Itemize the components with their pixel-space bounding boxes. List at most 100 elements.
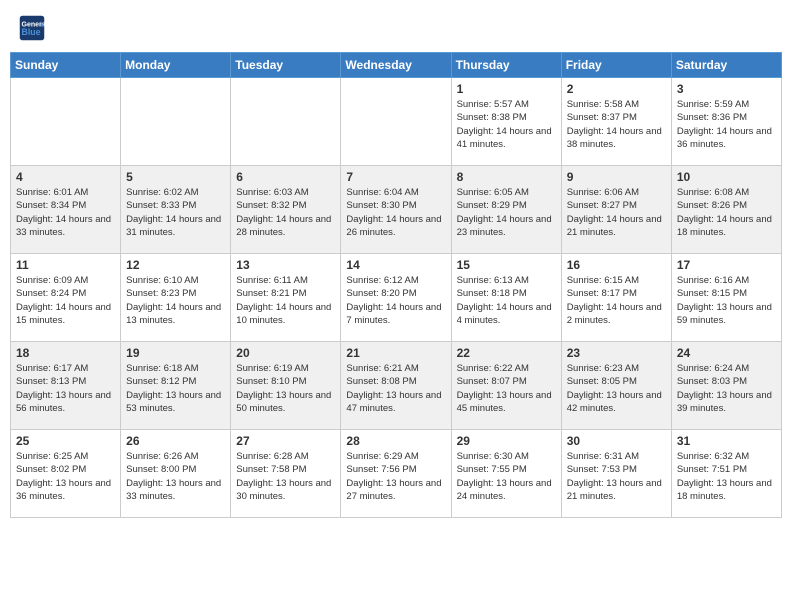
calendar-cell: 1 Sunrise: 5:57 AM Sunset: 8:38 PM Daylig…: [451, 78, 561, 166]
calendar-cell: 26 Sunrise: 6:26 AM Sunset: 8:00 PM Dayli…: [121, 430, 231, 518]
day-number: 2: [567, 82, 666, 96]
day-number: 5: [126, 170, 225, 184]
calendar-cell: 3 Sunrise: 5:59 AM Sunset: 8:36 PM Daylig…: [671, 78, 781, 166]
calendar-cell: 9 Sunrise: 6:06 AM Sunset: 8:27 PM Daylig…: [561, 166, 671, 254]
day-info: Sunrise: 5:59 AM Sunset: 8:36 PM Dayligh…: [677, 98, 776, 151]
weekday-header-wednesday: Wednesday: [341, 53, 451, 78]
weekday-header-thursday: Thursday: [451, 53, 561, 78]
day-number: 24: [677, 346, 776, 360]
weekday-header-tuesday: Tuesday: [231, 53, 341, 78]
calendar-cell: 8 Sunrise: 6:05 AM Sunset: 8:29 PM Daylig…: [451, 166, 561, 254]
day-info: Sunrise: 6:19 AM Sunset: 8:10 PM Dayligh…: [236, 362, 335, 415]
calendar-cell: 4 Sunrise: 6:01 AM Sunset: 8:34 PM Daylig…: [11, 166, 121, 254]
day-info: Sunrise: 6:17 AM Sunset: 8:13 PM Dayligh…: [16, 362, 115, 415]
day-number: 25: [16, 434, 115, 448]
day-number: 1: [457, 82, 556, 96]
day-number: 4: [16, 170, 115, 184]
weekday-header-row: SundayMondayTuesdayWednesdayThursdayFrid…: [11, 53, 782, 78]
day-info: Sunrise: 6:04 AM Sunset: 8:30 PM Dayligh…: [346, 186, 445, 239]
day-info: Sunrise: 6:30 AM Sunset: 7:55 PM Dayligh…: [457, 450, 556, 503]
logo-icon: General Blue: [18, 14, 46, 42]
day-info: Sunrise: 6:12 AM Sunset: 8:20 PM Dayligh…: [346, 274, 445, 327]
day-info: Sunrise: 6:29 AM Sunset: 7:56 PM Dayligh…: [346, 450, 445, 503]
calendar-cell: 10Sunrise: 6:08 AM Sunset: 8:26 PM Dayli…: [671, 166, 781, 254]
day-number: 26: [126, 434, 225, 448]
day-number: 30: [567, 434, 666, 448]
day-number: 3: [677, 82, 776, 96]
day-info: Sunrise: 6:08 AM Sunset: 8:26 PM Dayligh…: [677, 186, 776, 239]
calendar-cell: 25 Sunrise: 6:25 AM Sunset: 8:02 PM Dayli…: [11, 430, 121, 518]
day-info: Sunrise: 6:21 AM Sunset: 8:08 PM Dayligh…: [346, 362, 445, 415]
day-info: Sunrise: 6:15 AM Sunset: 8:17 PM Dayligh…: [567, 274, 666, 327]
day-info: Sunrise: 6:13 AM Sunset: 8:18 PM Dayligh…: [457, 274, 556, 327]
calendar-cell: 12Sunrise: 6:10 AM Sunset: 8:23 PM Dayli…: [121, 254, 231, 342]
day-info: Sunrise: 6:23 AM Sunset: 8:05 PM Dayligh…: [567, 362, 666, 415]
calendar-table: SundayMondayTuesdayWednesdayThursdayFrid…: [10, 52, 782, 518]
weekday-header-sunday: Sunday: [11, 53, 121, 78]
day-number: 16: [567, 258, 666, 272]
calendar-week-row: 11 Sunrise: 6:09 AM Sunset: 8:24 PM Dayli…: [11, 254, 782, 342]
calendar-cell: [231, 78, 341, 166]
day-info: Sunrise: 6:22 AM Sunset: 8:07 PM Dayligh…: [457, 362, 556, 415]
day-number: 8: [457, 170, 556, 184]
calendar-cell: 24 Sunrise: 6:24 AM Sunset: 8:03 PM Dayli…: [671, 342, 781, 430]
day-number: 9: [567, 170, 666, 184]
day-number: 14: [346, 258, 445, 272]
calendar-cell: 28 Sunrise: 6:29 AM Sunset: 7:56 PM Dayli…: [341, 430, 451, 518]
calendar-cell: 18 Sunrise: 6:17 AM Sunset: 8:13 PM Dayli…: [11, 342, 121, 430]
day-number: 11: [16, 258, 115, 272]
day-number: 22: [457, 346, 556, 360]
calendar-cell: 11 Sunrise: 6:09 AM Sunset: 8:24 PM Dayli…: [11, 254, 121, 342]
day-info: Sunrise: 6:24 AM Sunset: 8:03 PM Dayligh…: [677, 362, 776, 415]
day-info: Sunrise: 6:11 AM Sunset: 8:21 PM Dayligh…: [236, 274, 335, 327]
weekday-header-friday: Friday: [561, 53, 671, 78]
calendar-week-row: 4 Sunrise: 6:01 AM Sunset: 8:34 PM Daylig…: [11, 166, 782, 254]
calendar-cell: 16 Sunrise: 6:15 AM Sunset: 8:17 PM Dayli…: [561, 254, 671, 342]
calendar-cell: 17Sunrise: 6:16 AM Sunset: 8:15 PM Dayli…: [671, 254, 781, 342]
day-info: Sunrise: 6:18 AM Sunset: 8:12 PM Dayligh…: [126, 362, 225, 415]
calendar-week-row: 25 Sunrise: 6:25 AM Sunset: 8:02 PM Dayli…: [11, 430, 782, 518]
calendar-week-row: 18 Sunrise: 6:17 AM Sunset: 8:13 PM Dayli…: [11, 342, 782, 430]
day-info: Sunrise: 6:26 AM Sunset: 8:00 PM Dayligh…: [126, 450, 225, 503]
day-info: Sunrise: 5:57 AM Sunset: 8:38 PM Dayligh…: [457, 98, 556, 151]
calendar-cell: 7Sunrise: 6:04 AM Sunset: 8:30 PM Daylig…: [341, 166, 451, 254]
calendar-cell: 30Sunrise: 6:31 AM Sunset: 7:53 PM Dayli…: [561, 430, 671, 518]
day-number: 20: [236, 346, 335, 360]
day-number: 6: [236, 170, 335, 184]
day-number: 27: [236, 434, 335, 448]
calendar-week-row: 1 Sunrise: 5:57 AM Sunset: 8:38 PM Daylig…: [11, 78, 782, 166]
day-number: 23: [567, 346, 666, 360]
calendar-cell: 19 Sunrise: 6:18 AM Sunset: 8:12 PM Dayli…: [121, 342, 231, 430]
day-number: 28: [346, 434, 445, 448]
day-info: Sunrise: 6:02 AM Sunset: 8:33 PM Dayligh…: [126, 186, 225, 239]
calendar-cell: 2Sunrise: 5:58 AM Sunset: 8:37 PM Daylig…: [561, 78, 671, 166]
day-info: Sunrise: 6:32 AM Sunset: 7:51 PM Dayligh…: [677, 450, 776, 503]
day-info: Sunrise: 6:05 AM Sunset: 8:29 PM Dayligh…: [457, 186, 556, 239]
day-number: 18: [16, 346, 115, 360]
calendar-cell: 29Sunrise: 6:30 AM Sunset: 7:55 PM Dayli…: [451, 430, 561, 518]
day-info: Sunrise: 6:06 AM Sunset: 8:27 PM Dayligh…: [567, 186, 666, 239]
weekday-header-monday: Monday: [121, 53, 231, 78]
day-number: 19: [126, 346, 225, 360]
day-number: 13: [236, 258, 335, 272]
calendar-cell: [121, 78, 231, 166]
day-info: Sunrise: 6:03 AM Sunset: 8:32 PM Dayligh…: [236, 186, 335, 239]
day-info: Sunrise: 6:10 AM Sunset: 8:23 PM Dayligh…: [126, 274, 225, 327]
day-info: Sunrise: 6:28 AM Sunset: 7:58 PM Dayligh…: [236, 450, 335, 503]
calendar-cell: 27 Sunrise: 6:28 AM Sunset: 7:58 PM Dayli…: [231, 430, 341, 518]
calendar-cell: 13 Sunrise: 6:11 AM Sunset: 8:21 PM Dayli…: [231, 254, 341, 342]
day-number: 21: [346, 346, 445, 360]
calendar-cell: [11, 78, 121, 166]
day-info: Sunrise: 6:25 AM Sunset: 8:02 PM Dayligh…: [16, 450, 115, 503]
calendar-cell: 23 Sunrise: 6:23 AM Sunset: 8:05 PM Dayli…: [561, 342, 671, 430]
day-info: Sunrise: 6:01 AM Sunset: 8:34 PM Dayligh…: [16, 186, 115, 239]
day-info: Sunrise: 6:09 AM Sunset: 8:24 PM Dayligh…: [16, 274, 115, 327]
svg-text:Blue: Blue: [22, 27, 41, 37]
day-number: 17: [677, 258, 776, 272]
page-header: General Blue: [10, 10, 782, 46]
calendar-cell: 20 Sunrise: 6:19 AM Sunset: 8:10 PM Dayli…: [231, 342, 341, 430]
calendar-cell: 31 Sunrise: 6:32 AM Sunset: 7:51 PM Dayli…: [671, 430, 781, 518]
day-number: 15: [457, 258, 556, 272]
calendar-cell: 22 Sunrise: 6:22 AM Sunset: 8:07 PM Dayli…: [451, 342, 561, 430]
day-number: 31: [677, 434, 776, 448]
